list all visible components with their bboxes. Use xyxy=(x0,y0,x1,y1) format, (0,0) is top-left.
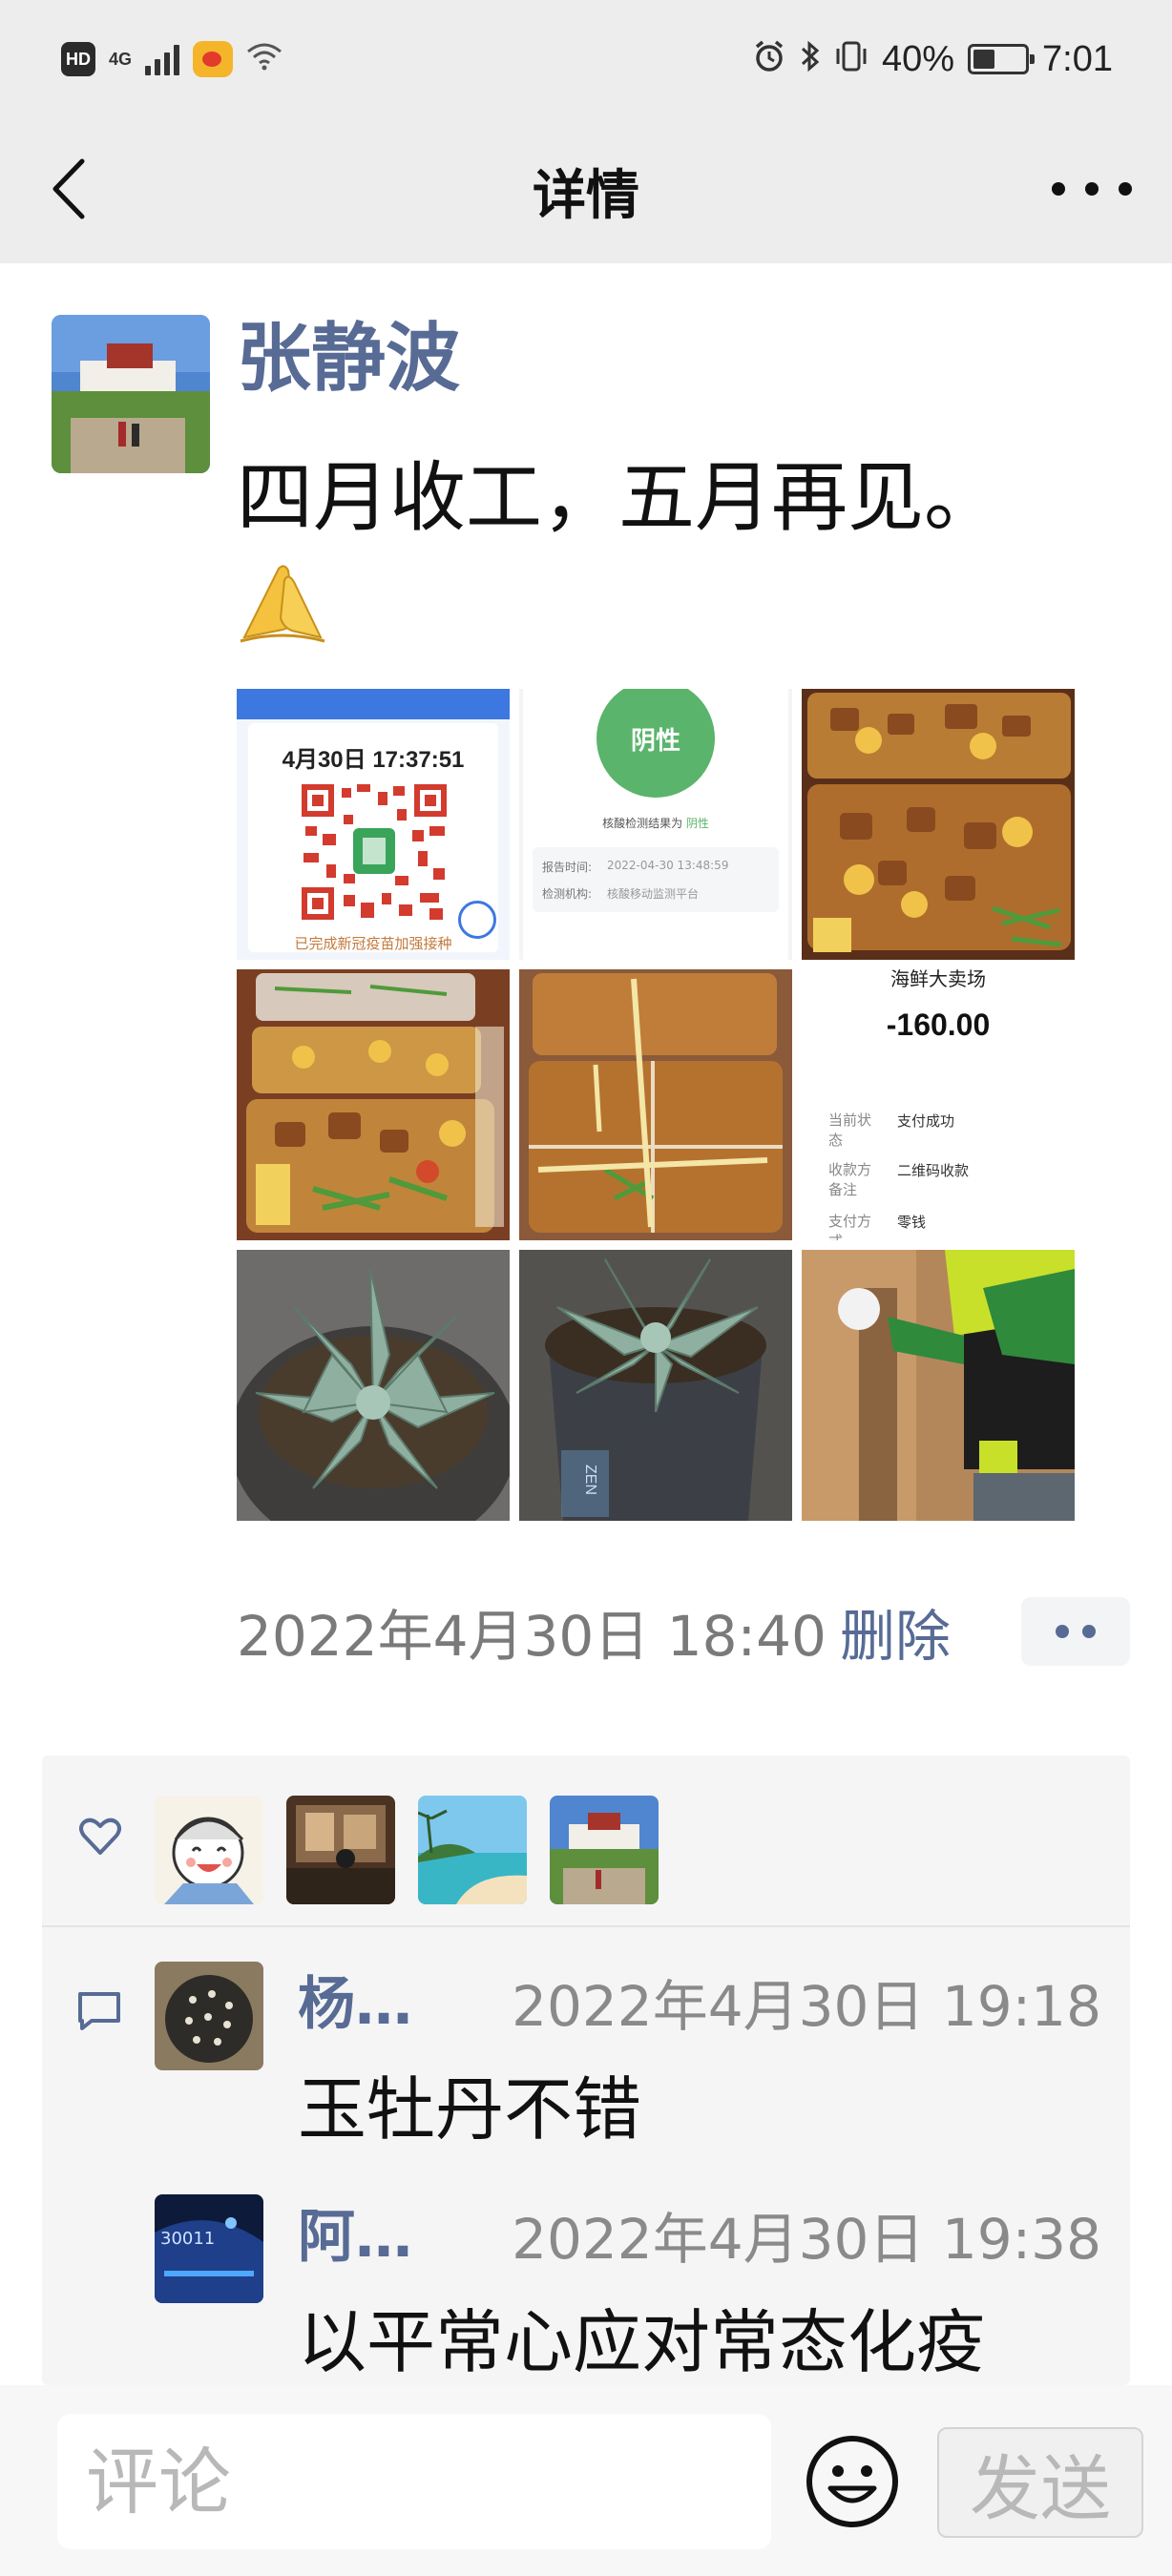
status-bar: HD 4G 40% 7:01 xyxy=(0,0,1172,114)
receipt-row-1-value: 支付成功 xyxy=(897,1112,955,1130)
divider xyxy=(42,1925,1130,1927)
author-avatar[interactable] xyxy=(52,315,210,473)
test-result-subtitle-value: 阴性 xyxy=(685,817,709,830)
network-type-label: 4G xyxy=(109,50,133,69)
test-report-time-value: 2022-04-30 13:48:59 xyxy=(607,859,729,872)
comment-text[interactable]: 玉牡丹不错 xyxy=(298,2053,641,2153)
status-right: 40% 7:01 xyxy=(752,34,1113,84)
comment-input-bar: 发送 xyxy=(0,2385,1172,2576)
svg-text:30011: 30011 xyxy=(160,2229,215,2249)
photo-health-code[interactable]: 4月30日 17:37:51 已完成新冠疫苗加强接种 xyxy=(237,689,510,960)
test-institution-label: 检测机构: xyxy=(542,887,593,901)
more-icon[interactable] xyxy=(1052,162,1132,216)
status-left: HD 4G xyxy=(61,38,283,80)
commenter-name[interactable]: 杨… xyxy=(298,1958,412,2041)
receipt-row-3-label: 支付方式 xyxy=(828,1213,872,1240)
photo-payment-receipt[interactable]: 海鲜大卖场 -160.00 当前状态 支付成功 收款方备注 二维码收款 支付方式… xyxy=(802,969,1075,1240)
folded-hands-icon xyxy=(237,559,328,645)
health-code-datetime: 4月30日 17:37:51 xyxy=(282,747,465,773)
photo-soup-box[interactable] xyxy=(519,969,792,1240)
bluetooth-icon xyxy=(800,39,821,79)
heart-icon xyxy=(76,1813,124,1860)
receipt-row-3-value: 零钱 xyxy=(897,1214,927,1231)
commenter-name[interactable]: 阿… xyxy=(298,2191,412,2274)
post-text: 四月收工，五月再见。 xyxy=(237,453,1000,542)
photo-test-result[interactable]: 阴性 核酸检测结果为 阴性 报告时间: 2022-04-30 13:48:59 … xyxy=(519,689,792,960)
comment-timestamp: 2022年4月30日 19:38 xyxy=(512,2207,1101,2272)
payment-amount: -160.00 xyxy=(886,1008,991,1042)
alarm-icon xyxy=(752,39,786,79)
battery-percent: 40% xyxy=(881,38,955,79)
test-result-subtitle: 核酸检测结果为 xyxy=(602,817,683,830)
receipt-row-1-label: 当前状态 xyxy=(828,1111,872,1149)
send-button[interactable]: 发送 xyxy=(937,2427,1143,2538)
pot-label: ZEN xyxy=(582,1465,598,1495)
like-avatar-2[interactable] xyxy=(286,1796,395,1904)
like-avatar-1[interactable] xyxy=(155,1796,263,1904)
health-code-footer: 已完成新冠疫苗加强接种 xyxy=(294,935,452,952)
author-name[interactable]: 张静波 xyxy=(237,316,460,403)
smiley-icon[interactable] xyxy=(804,2433,901,2530)
post-timestamp: 2022年4月30日 18:40 xyxy=(237,1604,827,1669)
commenter-avatar[interactable] xyxy=(155,1962,263,2070)
comment-item: 30011 阿… 2022年4月30日 19:38 以平常心应对常态化疫 xyxy=(155,2194,1119,2404)
photo-succulent-1[interactable] xyxy=(237,1250,510,1521)
merchant-name: 海鲜大卖场 xyxy=(890,969,986,990)
hd-icon: HD xyxy=(61,42,95,76)
comment-item: 杨… 2022年4月30日 19:18 玉牡丹不错 xyxy=(155,1962,1119,2171)
photo-food-boxes-2[interactable] xyxy=(237,969,510,1240)
comment-icon xyxy=(76,1990,122,2032)
commenter-avatar[interactable]: 30011 xyxy=(155,2194,263,2303)
test-report-time-label: 报告时间: xyxy=(542,861,593,874)
receipt-row-2-label: 收款方备注 xyxy=(828,1161,872,1198)
photo-grid: 4月30日 17:37:51 已完成新冠疫苗加强接种 阴性 核酸检测结果为 阴性… xyxy=(237,689,1077,1521)
photo-succulent-2[interactable]: ZEN xyxy=(519,1250,792,1521)
battery-icon xyxy=(968,44,1036,74)
likes-row xyxy=(42,1755,1130,1925)
interaction-panel: 杨… 2022年4月30日 19:18 玉牡丹不错 30011 阿… 2022年… xyxy=(42,1755,1130,2385)
delete-link[interactable]: 删除 xyxy=(840,1591,951,1672)
qr-code xyxy=(298,780,450,924)
weibo-icon xyxy=(193,41,234,77)
test-result-line: 核酸检测结果为 阴性 xyxy=(519,815,792,831)
like-avatar-4[interactable] xyxy=(550,1796,659,1904)
comment-input[interactable] xyxy=(57,2414,771,2549)
vibrate-icon xyxy=(834,39,869,79)
page-title: 详情 xyxy=(533,165,639,227)
signal-icon xyxy=(145,43,180,75)
test-institution-value: 核酸移动监测平台 xyxy=(607,887,700,901)
receipt-row-2-value: 二维码收款 xyxy=(897,1162,970,1179)
clock: 7:01 xyxy=(1042,38,1113,79)
photo-food-boxes-1[interactable] xyxy=(802,689,1075,960)
like-comment-menu-button[interactable] xyxy=(1021,1597,1130,1666)
nav-bar: 详情 xyxy=(0,114,1172,263)
photo-person-cup[interactable] xyxy=(802,1250,1075,1521)
like-avatar-3[interactable] xyxy=(418,1796,527,1904)
comment-text[interactable]: 以平常心应对常态化疫 xyxy=(298,2286,985,2386)
comment-timestamp: 2022年4月30日 19:18 xyxy=(512,1974,1101,2039)
wifi-icon xyxy=(246,40,283,78)
